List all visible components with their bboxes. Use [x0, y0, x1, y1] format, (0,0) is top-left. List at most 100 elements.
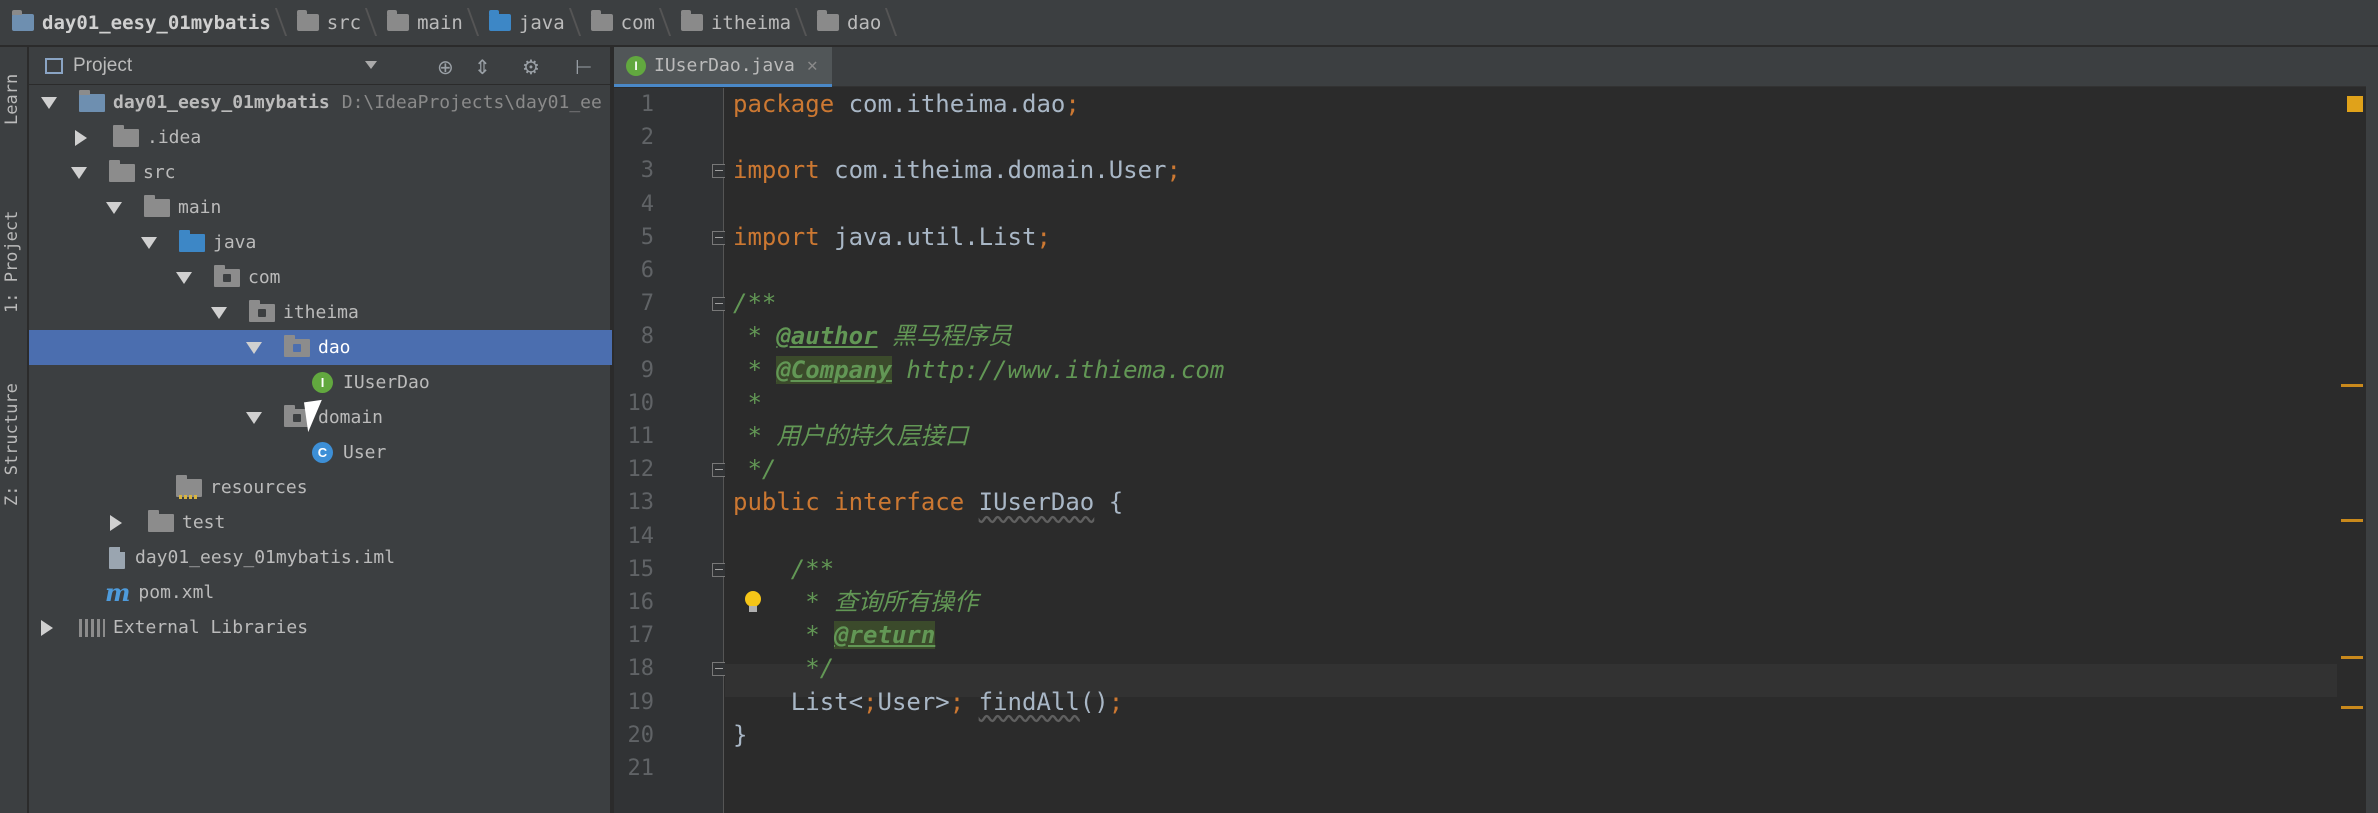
- line-number: 3: [640, 158, 654, 184]
- line-number: 19: [627, 689, 655, 715]
- tree-item-iml[interactable]: day01_eesy_01mybatis.iml: [29, 540, 612, 575]
- folder-icon: [387, 10, 410, 31]
- folder-icon: [144, 194, 170, 217]
- line-number: 14: [627, 523, 655, 549]
- line-number: 12: [627, 457, 655, 483]
- line-number: 18: [627, 656, 655, 682]
- breadcrumb-main[interactable]: main: [383, 0, 471, 46]
- structure-tab[interactable]: Z: Structure: [2, 355, 26, 535]
- line-number: 21: [627, 756, 655, 781]
- source-folder-icon: [179, 229, 205, 252]
- line-number: 15: [627, 556, 655, 582]
- line-number: 4: [640, 191, 654, 217]
- hide-panel-icon[interactable]: ⊢: [575, 55, 592, 80]
- code-line: */: [733, 654, 835, 683]
- collapse-all-icon[interactable]: ⇕: [474, 55, 491, 80]
- expand-arrow-icon[interactable]: [246, 341, 262, 354]
- code-line: * @Company http://www.ithiema.com: [733, 355, 1225, 384]
- tree-item-com[interactable]: com: [29, 260, 612, 295]
- chevron-down-icon[interactable]: [365, 61, 377, 69]
- tree-item-project-root[interactable]: day01_eesy_01mybatis D:\IdeaProjects\day…: [29, 85, 612, 120]
- gear-icon[interactable]: ⚙: [522, 55, 540, 80]
- tree-item-main[interactable]: main: [29, 190, 612, 225]
- lightbulb-icon[interactable]: [744, 591, 762, 613]
- expand-arrow-icon[interactable]: [106, 201, 122, 214]
- code-line: *: [733, 388, 762, 417]
- warning-marker[interactable]: [2341, 706, 2363, 709]
- collapse-arrow-icon[interactable]: [75, 129, 87, 146]
- collapse-arrow-icon[interactable]: [41, 619, 53, 636]
- tree-item-idea[interactable]: .idea: [29, 120, 612, 155]
- line-number: 20: [627, 722, 655, 748]
- warning-marker[interactable]: [2341, 656, 2363, 659]
- tree-item-test[interactable]: test: [29, 505, 612, 540]
- expand-arrow-icon[interactable]: [141, 236, 157, 249]
- line-number: 7: [640, 291, 654, 317]
- expand-arrow-icon[interactable]: [71, 166, 87, 179]
- project-tab[interactable]: 1: Project: [2, 177, 26, 347]
- fold-toggle-icon[interactable]: [712, 297, 726, 312]
- breadcrumb-itheima[interactable]: itheima: [677, 0, 799, 46]
- collapse-arrow-icon[interactable]: [110, 514, 122, 531]
- expand-arrow-icon[interactable]: [211, 306, 227, 319]
- close-icon[interactable]: ✕: [807, 55, 818, 76]
- tree-item-java[interactable]: java: [29, 225, 612, 260]
- breadcrumb-dao[interactable]: dao: [813, 0, 889, 46]
- package-icon: [284, 334, 310, 357]
- line-number: 2: [640, 125, 654, 151]
- iml-file-icon: [109, 546, 125, 569]
- breadcrumb-com[interactable]: com: [587, 0, 663, 46]
- locate-icon[interactable]: ⊕: [437, 55, 454, 80]
- code-line: import java.util.List;: [733, 222, 1051, 251]
- tree-item-itheima[interactable]: itheima: [29, 295, 612, 330]
- source-folder-icon: [488, 10, 511, 31]
- line-number: 6: [640, 258, 654, 283]
- warning-marker[interactable]: [2341, 384, 2363, 387]
- tree-item-user[interactable]: C User: [29, 435, 612, 470]
- fold-toggle-icon[interactable]: [712, 463, 726, 478]
- line-number: 9: [640, 357, 654, 383]
- tree-item-src[interactable]: src: [29, 155, 612, 190]
- fold-toggle-icon[interactable]: [712, 230, 726, 245]
- fold-toggle-icon[interactable]: [712, 164, 726, 179]
- tree-item-resources[interactable]: resources: [29, 470, 612, 505]
- package-icon: [817, 10, 840, 31]
- code-line: package com.itheima.dao;: [733, 90, 1080, 118]
- interface-icon: I: [312, 372, 333, 393]
- expand-arrow-icon[interactable]: [176, 271, 192, 284]
- line-number: 11: [627, 424, 655, 449]
- breadcrumb-module[interactable]: day01_eesy_01mybatis: [8, 0, 279, 46]
- tree-item-iuserdao[interactable]: I IUserDao: [29, 365, 612, 400]
- learn-tab[interactable]: Learn: [2, 59, 26, 139]
- module-folder-icon: [12, 10, 34, 31]
- code-editor[interactable]: package com.itheima.dao; import com.ithei…: [725, 88, 2337, 813]
- line-number: 10: [627, 390, 655, 416]
- breadcrumb-java[interactable]: java: [485, 0, 573, 46]
- tree-item-external-libraries[interactable]: External Libraries: [29, 610, 612, 645]
- module-folder-icon: [79, 89, 105, 112]
- code-line: * 用户的持久层接口: [733, 422, 969, 450]
- code-line: }: [733, 720, 748, 749]
- navigation-bar: day01_eesy_01mybatis src main java com i…: [0, 0, 2378, 46]
- right-tool-strip: [2366, 47, 2378, 813]
- expand-arrow-icon[interactable]: [41, 96, 57, 109]
- breadcrumb-src[interactable]: src: [293, 0, 369, 46]
- project-panel-header: Project ⊕ ⇕ ⚙ ⊢: [29, 47, 610, 85]
- tree-item-dao[interactable]: dao: [29, 330, 612, 365]
- tab-iuserdao-java[interactable]: I IUserDao.java ✕: [614, 47, 832, 87]
- tree-item-pom[interactable]: m pom.xml: [29, 575, 612, 610]
- editor-gutter: 1 2 3 4 5 6 7 8 9 10 11 12 13 14 15 16 17 18 19 20 21: [614, 88, 726, 813]
- line-number: 16: [627, 590, 655, 615]
- inspection-status-icon[interactable]: [2347, 96, 2363, 112]
- warning-marker[interactable]: [2341, 519, 2363, 522]
- code-line: * 查询所有操作: [733, 588, 979, 616]
- maven-icon: m: [105, 578, 131, 607]
- expand-arrow-icon[interactable]: [246, 411, 262, 424]
- fold-toggle-icon[interactable]: [712, 562, 726, 577]
- fold-toggle-icon[interactable]: [712, 662, 726, 677]
- package-icon: [214, 264, 240, 287]
- project-view-title[interactable]: Project: [73, 55, 132, 77]
- code-line: * @return: [733, 621, 936, 650]
- resources-folder-icon: [176, 474, 202, 499]
- tool-window-strip: Learn 1: Project Z: Structure: [0, 47, 28, 813]
